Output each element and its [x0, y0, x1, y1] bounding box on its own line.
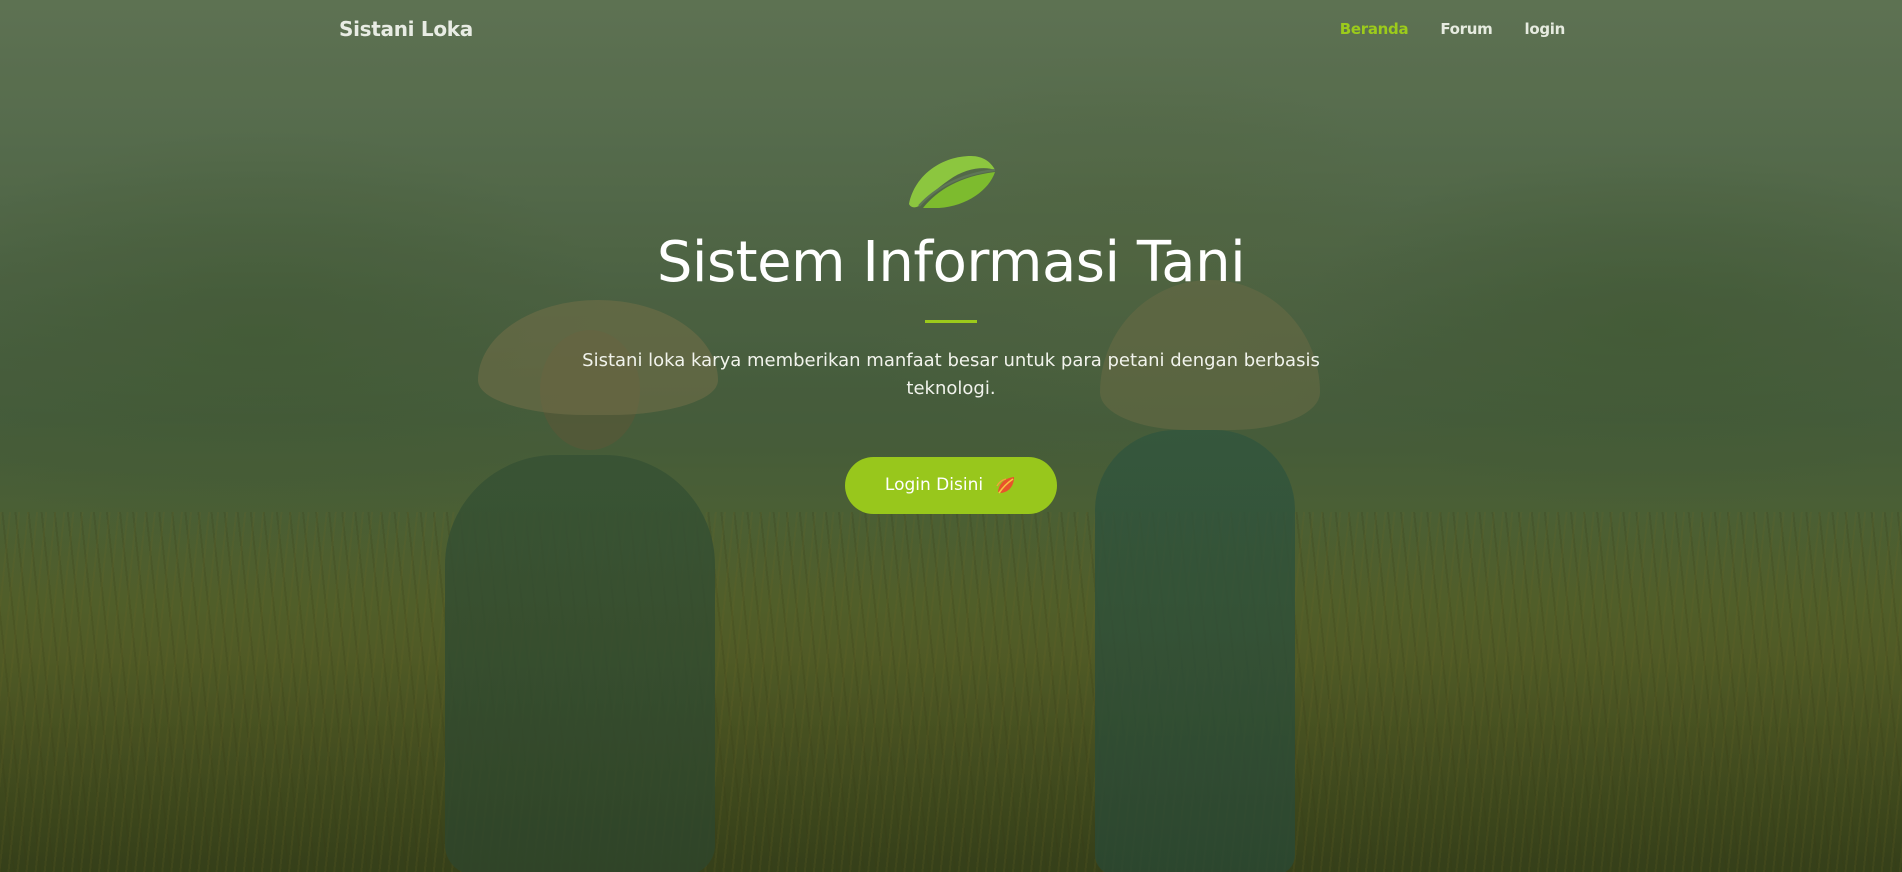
top-navbar: Sistani Loka Beranda Forum login [0, 0, 1902, 58]
nav-link-beranda[interactable]: Beranda [1340, 20, 1409, 38]
nav-link-login[interactable]: login [1524, 20, 1565, 38]
brand-logo-text[interactable]: Sistani Loka [339, 17, 473, 41]
title-divider [925, 319, 977, 323]
hero-description: Sistani loka karya memberikan manfaat be… [582, 349, 1320, 399]
leaf-icon [996, 477, 1015, 494]
leaf-icon [909, 156, 996, 208]
login-button-label: Login Disini [884, 475, 984, 496]
hero-title: Sistem Informasi Tani [656, 230, 1246, 295]
nav-item-login: login [1524, 19, 1565, 38]
landing-page: Sistani Loka Beranda Forum login Sistem … [0, 0, 1902, 872]
hero-section: Sistem Informasi Tani Sistani loka karya… [0, 150, 1902, 514]
nav-item-forum: Forum [1440, 19, 1492, 38]
login-disini-button[interactable]: Login Disini [844, 456, 1058, 514]
nav-links: Beranda Forum login [1340, 19, 1566, 38]
nav-item-beranda: Beranda [1340, 19, 1409, 38]
nav-link-forum[interactable]: Forum [1440, 20, 1492, 38]
